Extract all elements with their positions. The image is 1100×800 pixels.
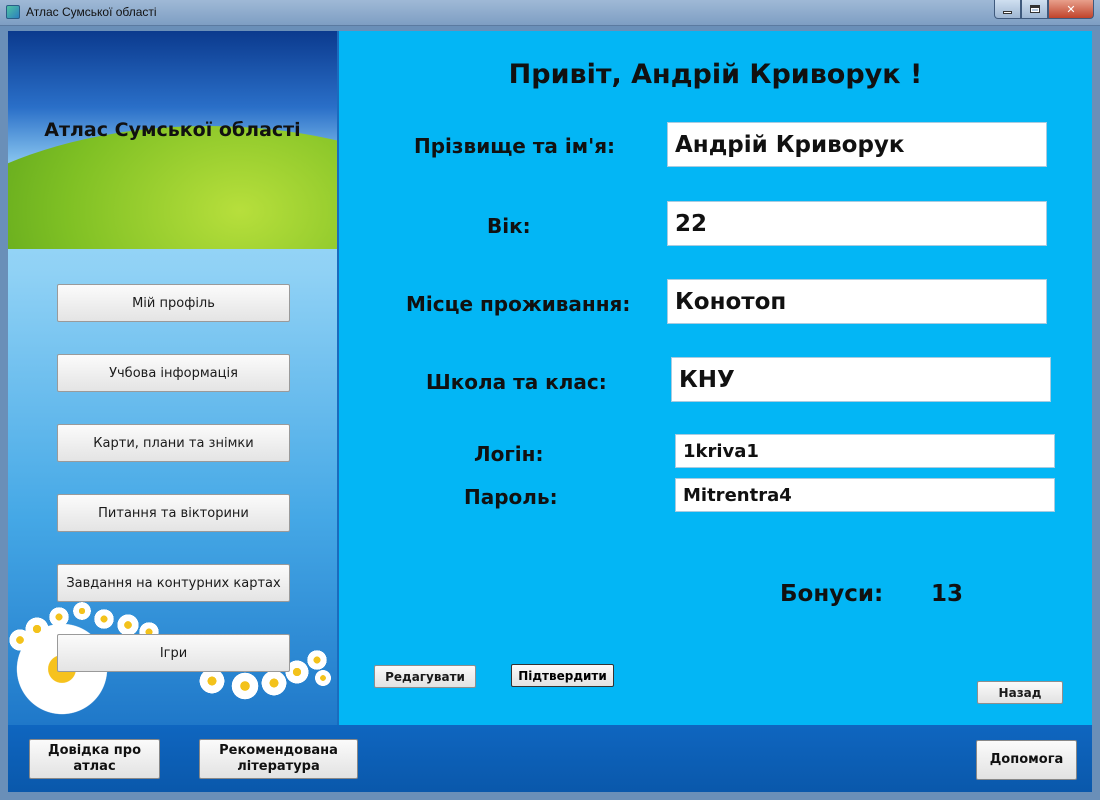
password-field[interactable]: Mitrentra4 — [675, 478, 1055, 512]
client-area: Атлас Сумської області Мій профіль Учбов… — [8, 31, 1092, 792]
login-label: Логін: — [474, 442, 544, 466]
sidebar-item-contour-maps[interactable]: Завдання на контурних картах — [57, 564, 290, 602]
school-field[interactable]: КНУ — [671, 357, 1051, 402]
help-button[interactable]: Допомога — [976, 740, 1077, 780]
daisy-decoration — [306, 649, 328, 671]
greeting-heading: Привіт, Андрій Криворук ! — [508, 59, 923, 90]
minimize-icon — [1003, 10, 1012, 14]
about-atlas-button[interactable]: Довідка про атлас — [29, 739, 160, 779]
window-controls: ✕ — [994, 0, 1094, 19]
maximize-icon — [1029, 5, 1040, 13]
school-label: Школа та клас: — [426, 370, 607, 394]
minimize-button[interactable] — [994, 0, 1021, 19]
app-icon — [6, 5, 20, 19]
age-label: Вік: — [487, 214, 531, 238]
close-button[interactable]: ✕ — [1048, 0, 1094, 19]
bottom-bar: Довідка про атлас Рекомендована літерату… — [8, 725, 1092, 792]
daisy-decoration — [93, 608, 115, 630]
close-icon: ✕ — [1066, 2, 1076, 16]
login-field[interactable]: 1kriva1 — [675, 434, 1055, 468]
banner-hill-image — [8, 126, 337, 249]
profile-panel: Привіт, Андрій Криворук ! Прізвище та ім… — [339, 31, 1092, 725]
sidebar: Атлас Сумської області Мій профіль Учбов… — [8, 31, 337, 725]
sidebar-item-maps[interactable]: Карти, плани та знімки — [57, 424, 290, 462]
maximize-button[interactable] — [1021, 0, 1048, 19]
confirm-button[interactable]: Підтвердити — [511, 664, 614, 687]
city-label: Місце проживання: — [406, 292, 631, 316]
window-title: Атлас Сумської області — [26, 5, 157, 19]
title-bar: Атлас Сумської області ✕ — [0, 0, 1100, 26]
bonus-value: 13 — [931, 581, 964, 607]
edit-button[interactable]: Редагувати — [374, 665, 476, 688]
back-button[interactable]: Назад — [977, 681, 1063, 704]
banner-title: Атлас Сумської області — [44, 119, 301, 141]
daisy-decoration — [24, 616, 50, 642]
sidebar-item-games[interactable]: Ігри — [57, 634, 290, 672]
sidebar-item-profile[interactable]: Мій профіль — [57, 284, 290, 322]
daisy-decoration — [314, 669, 332, 687]
name-field[interactable]: Андрій Криворук — [667, 122, 1047, 167]
recommended-literature-button[interactable]: Рекомендована література — [199, 739, 358, 779]
bonus-label: Бонуси: — [780, 581, 884, 607]
daisy-decoration — [230, 671, 260, 701]
city-field[interactable]: Конотоп — [667, 279, 1047, 324]
sidebar-item-study-info[interactable]: Учбова інформація — [57, 354, 290, 392]
daisy-decoration — [48, 606, 70, 628]
name-label: Прізвище та ім'я: — [414, 134, 616, 158]
banner: Атлас Сумської області — [8, 31, 337, 249]
sidebar-item-quizzes[interactable]: Питання та вікторини — [57, 494, 290, 532]
daisy-decoration — [72, 601, 92, 621]
age-field[interactable]: 22 — [667, 201, 1047, 246]
password-label: Пароль: — [464, 485, 558, 509]
